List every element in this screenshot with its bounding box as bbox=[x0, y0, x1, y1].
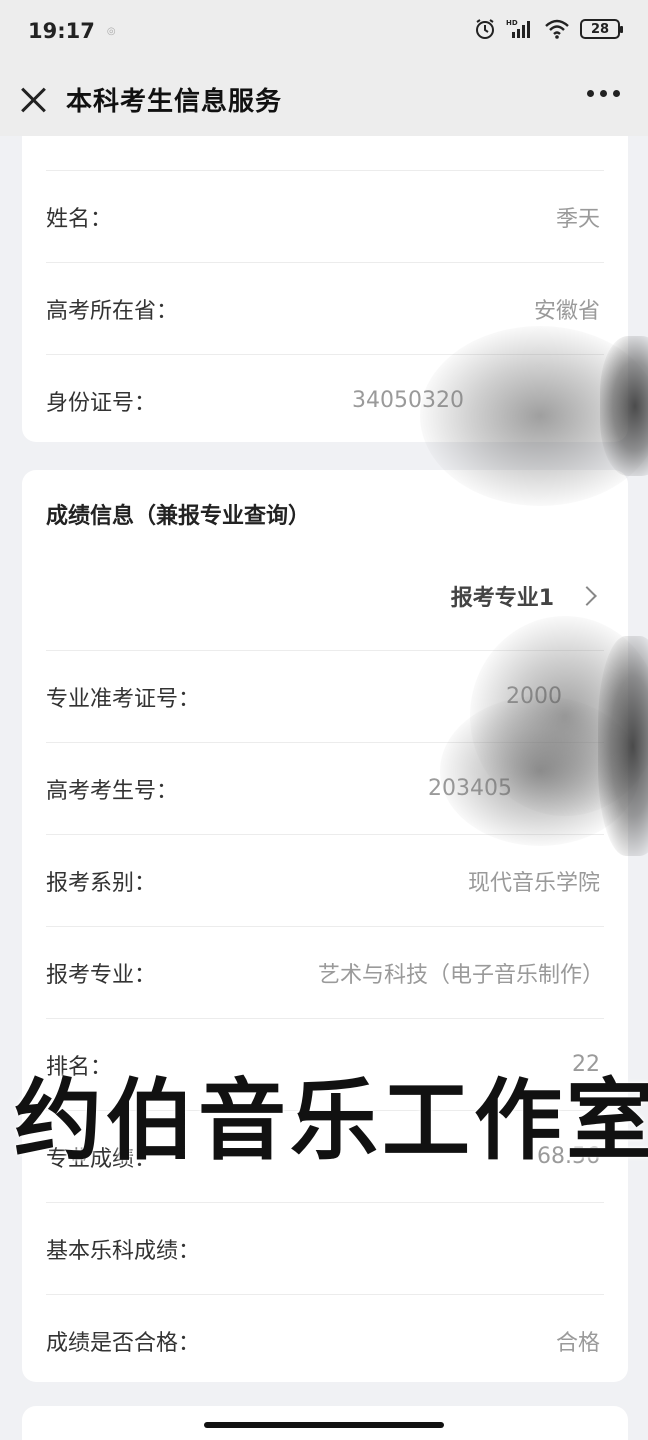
row-value: 季天 bbox=[555, 206, 600, 232]
row-value: 合格 bbox=[555, 1330, 600, 1356]
status-time: 19:17 bbox=[28, 19, 95, 43]
chevron-right-icon bbox=[577, 586, 597, 606]
watermark-text: 约伯音乐工作室 bbox=[14, 1069, 648, 1172]
svg-text:HD: HD bbox=[506, 19, 518, 27]
info-row-name: 姓名： 季天 bbox=[46, 170, 604, 262]
major-link[interactable]: 报考专业1 bbox=[450, 580, 597, 612]
row-label: 报考专业： bbox=[46, 962, 157, 988]
battery-level: 28 bbox=[590, 21, 610, 37]
row-label: 成绩是否合格： bbox=[46, 1330, 201, 1356]
score-row-basic-music-score: 基本乐科成绩： bbox=[46, 1202, 604, 1294]
row-label: 姓名： bbox=[46, 206, 113, 232]
status-bar: 19:17 ◎ HD 28 bbox=[0, 0, 648, 62]
row-value: 安徽省 bbox=[533, 298, 600, 324]
row-label: 报考系别： bbox=[46, 870, 157, 896]
score-row-major: 报考专业： 艺术与科技（电子音乐制作） bbox=[46, 926, 604, 1018]
row-value: 现代音乐学院 bbox=[467, 870, 600, 896]
battery-icon: 28 bbox=[580, 19, 623, 39]
status-icons: HD 28 bbox=[474, 18, 623, 40]
row-value: 艺术与科技（电子音乐制作） bbox=[317, 962, 604, 988]
more-options-icon[interactable] bbox=[587, 90, 620, 97]
row-label: 高考考生号： bbox=[46, 778, 179, 804]
page-title: 本科考生信息服务 bbox=[66, 86, 283, 117]
section-title: 成绩信息（兼报专业查询） bbox=[46, 504, 311, 529]
row-label: 高考所在省： bbox=[46, 298, 179, 324]
alarm-icon bbox=[476, 19, 494, 39]
score-info-card: 成绩信息（兼报专业查询） 报考专业1 专业准考证号： 2000 高考考生号： 2… bbox=[22, 470, 628, 1382]
major-link-label: 报考专业1 bbox=[450, 586, 554, 611]
score-row-department: 报考系别： 现代音乐学院 bbox=[46, 834, 604, 926]
hd-signal-icon: HD bbox=[506, 19, 530, 38]
row-label: 基本乐科成绩： bbox=[46, 1238, 201, 1264]
row-label: 专业准考证号： bbox=[46, 686, 201, 712]
ink-wash-decoration bbox=[600, 336, 648, 476]
nav-bar: 本科考生信息服务 bbox=[0, 62, 648, 136]
notification-dot-icon: ◎ bbox=[106, 25, 116, 37]
score-row-qualified: 成绩是否合格： 合格 bbox=[46, 1294, 604, 1386]
wifi-icon bbox=[545, 19, 569, 39]
close-icon[interactable] bbox=[18, 84, 48, 114]
home-indicator[interactable] bbox=[204, 1422, 444, 1428]
page-content[interactable]: 姓名： 季天 高考所在省： 安徽省 身份证号： 34050320 成绩信息（兼报… bbox=[0, 136, 648, 1440]
ink-wash-decoration bbox=[598, 636, 648, 856]
row-label: 身份证号： bbox=[46, 390, 157, 416]
